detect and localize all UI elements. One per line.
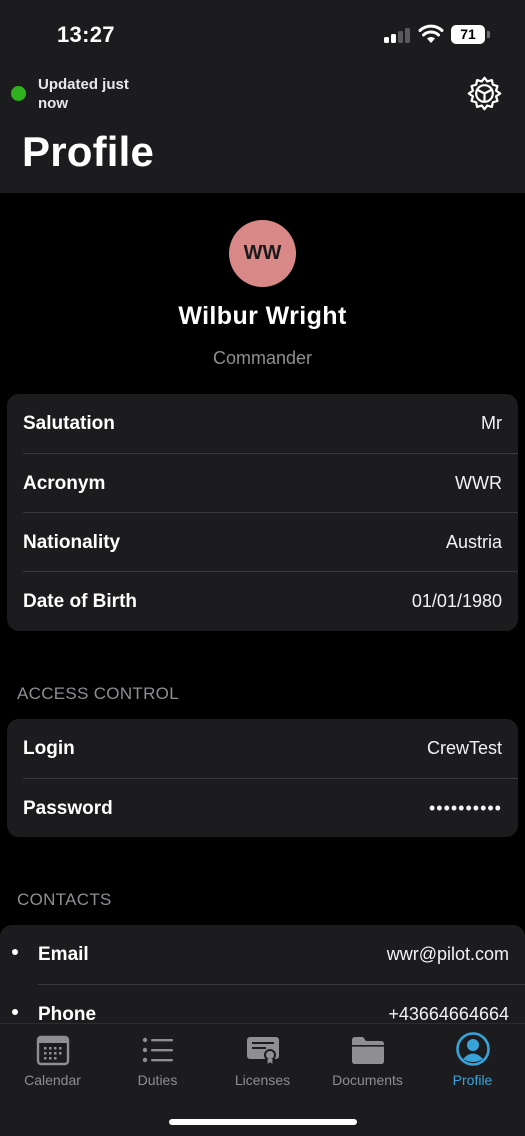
tab-documents[interactable]: Documents <box>315 1024 420 1094</box>
row-label: Date of Birth <box>23 590 137 612</box>
row-value: wwr@pilot.com <box>386 944 509 964</box>
list-icon <box>142 1037 173 1063</box>
online-status-dot <box>11 86 26 101</box>
page-title: Profile <box>22 128 155 175</box>
row-value: Austria <box>445 532 502 552</box>
battery-tip <box>487 31 490 38</box>
access-row-password[interactable]: Password •••••••••• <box>23 779 502 838</box>
row-value: +43664664664 <box>388 1004 509 1024</box>
bullet-icon <box>12 949 18 956</box>
avatar: WW <box>229 220 296 287</box>
profile-name: Wilbur Wright <box>178 302 347 330</box>
contact-label: Email <box>38 943 89 965</box>
tab-label: Profile <box>452 1072 493 1088</box>
row-label: Email <box>12 944 89 966</box>
sync-status-text: Updated just now <box>38 76 129 112</box>
access-row-login[interactable]: Login CrewTest <box>23 719 502 778</box>
calendar-icon <box>36 1035 70 1066</box>
header: 13:27 71 Updated just now Profile <box>0 0 525 193</box>
person-circle-icon <box>456 1032 490 1066</box>
tab-licenses[interactable]: Licenses <box>210 1024 315 1094</box>
tab-profile[interactable]: Profile <box>420 1024 525 1094</box>
tab-label: Documents <box>332 1072 403 1088</box>
bullet-icon <box>12 1009 18 1016</box>
battery-icon: 71 <box>451 25 485 44</box>
gear-icon[interactable] <box>466 75 503 112</box>
details-card: Salutation Mr Acronym WWR Nationality Au… <box>7 394 518 631</box>
contact-label: Phone <box>38 1003 97 1025</box>
contact-row-email[interactable]: Email wwr@pilot.com <box>12 925 509 984</box>
profile-role: Commander <box>212 348 313 368</box>
row-label: Password <box>23 797 113 819</box>
row-value: CrewTest <box>426 738 502 758</box>
tab-label: Duties <box>137 1072 178 1088</box>
status-time: 13:27 <box>57 22 115 47</box>
access-control-card: Login CrewTest Password •••••••••• <box>7 719 518 837</box>
status-bar: 13:27 71 <box>0 0 525 70</box>
row-label: Salutation <box>23 412 115 434</box>
tab-label: Licenses <box>234 1072 291 1088</box>
tab-label: Calendar <box>24 1072 81 1088</box>
tab-duties[interactable]: Duties <box>105 1024 210 1094</box>
tab-calendar[interactable]: Calendar <box>0 1024 105 1094</box>
cellular-signal-icon <box>384 27 410 43</box>
folder-icon <box>352 1037 384 1064</box>
details-row-acronym: Acronym WWR <box>23 454 502 513</box>
wifi-icon <box>418 24 444 43</box>
row-value: 01/01/1980 <box>411 591 502 611</box>
details-row-salutation: Salutation Mr <box>23 394 502 453</box>
certificate-icon <box>247 1037 279 1066</box>
contacts-header: CONTACTS <box>17 890 112 909</box>
details-row-date-of-birth: Date of Birth 01/01/1980 <box>23 572 502 631</box>
row-label: Login <box>23 737 75 759</box>
access-control-header: ACCESS CONTROL <box>17 684 179 703</box>
battery-level: 71 <box>460 26 476 42</box>
row-value: Mr <box>481 413 502 433</box>
details-row-nationality: Nationality Austria <box>23 513 502 572</box>
row-label: Nationality <box>23 531 121 553</box>
password-masked-value: •••••••••• <box>428 798 502 818</box>
home-indicator <box>169 1119 357 1125</box>
row-label: Acronym <box>23 472 106 494</box>
row-value: WWR <box>455 473 502 493</box>
